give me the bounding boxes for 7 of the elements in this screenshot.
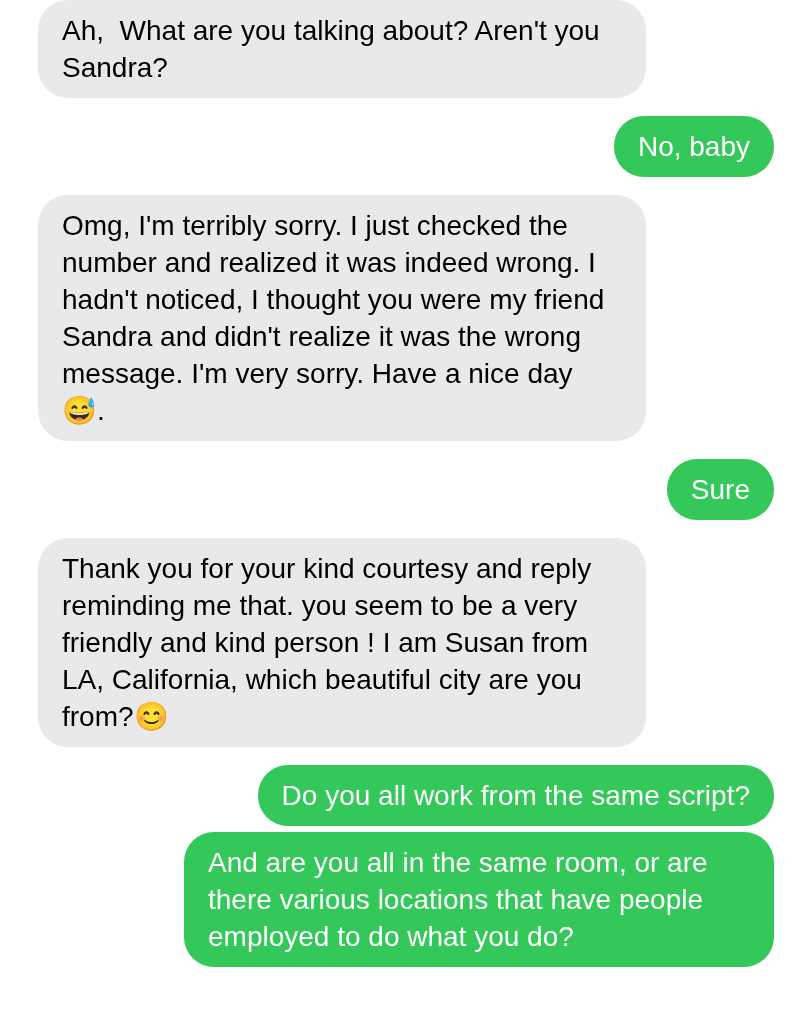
incoming-message: Ah, What are you talking about? Aren't you Sandra? (38, 0, 646, 98)
outgoing-message: And are you all in the same room, or are there various locations that have people employed to do what you do? (184, 832, 774, 967)
incoming-message: Thank you for your kind courtesy and reply reminding me that. you seem to be a very friendly and kind person ! I am Susan from LA, California, which beautiful city are you from?😊 (38, 538, 646, 747)
outgoing-message: Do you all work from the same script? (257, 765, 774, 826)
outgoing-message: No, baby (613, 116, 774, 177)
outgoing-message: Sure (666, 459, 774, 520)
incoming-message: Omg, I'm terribly sorry. I just checked the number and realized it was indeed wrong. I hadn't noticed, I thought you were my friend Sandra and didn't realize it was the wrong message. I'm very sorry. Have a nice day 😅. (38, 195, 646, 441)
